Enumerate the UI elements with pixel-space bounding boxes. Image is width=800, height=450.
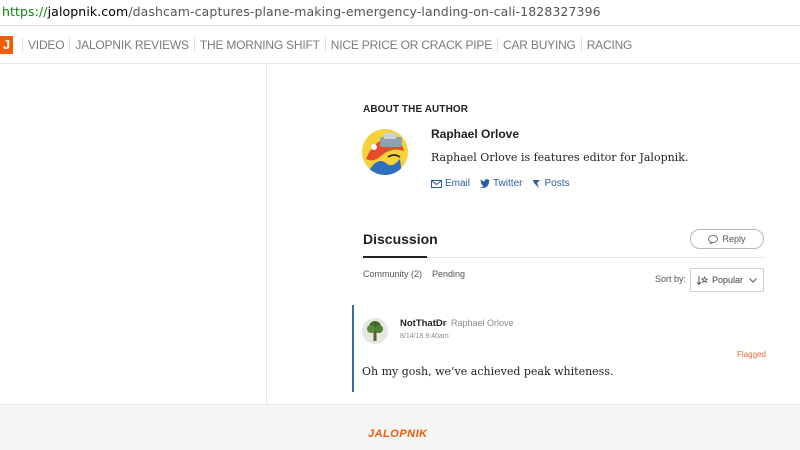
posts-label: Posts (544, 178, 570, 189)
posts-icon (533, 179, 541, 188)
discussion-heading: Discussion (363, 231, 438, 247)
chevron-right-icon: › (444, 318, 447, 328)
author-name[interactable]: Raphael Orlove (431, 127, 519, 141)
url-path: /dashcam-captures-plane-making-emergency… (128, 4, 601, 19)
column-divider (266, 64, 267, 404)
nav-item-video[interactable]: VIDEO (22, 38, 69, 52)
thread-indicator-bar (352, 305, 354, 392)
twitter-icon (480, 179, 491, 188)
tab-community[interactable]: Community (2) (363, 269, 422, 279)
nav-item-racing[interactable]: RACING (580, 38, 637, 52)
page-footer (0, 404, 800, 450)
sort-icon (697, 275, 708, 285)
author-twitter-link[interactable]: Twitter (480, 178, 522, 189)
footer-logo[interactable]: JALOPNIK (368, 428, 428, 440)
url-host: jalopnik.com (47, 4, 129, 19)
author-links: Email Twitter Posts (431, 178, 569, 189)
sort-value: Popular (712, 275, 744, 285)
commenter-avatar[interactable] (362, 318, 388, 344)
email-icon (431, 179, 442, 188)
author-bio: Raphael Orlove is features editor for Ja… (431, 151, 689, 164)
discussion-tabs: Community (2) Pending (363, 269, 465, 279)
speech-bubble-icon (708, 234, 719, 244)
comment-body: Oh my gosh, we’ve achieved peak whitenes… (362, 365, 614, 378)
tab-pending[interactable]: Pending (432, 269, 465, 279)
nav-items: VIDEO JALOPNIK REVIEWS THE MORNING SHIFT… (22, 38, 637, 52)
author-posts-link[interactable]: Posts (532, 178, 569, 189)
url-text[interactable]: https://jalopnik.com/dashcam-captures-pl… (2, 4, 601, 19)
reply-to-name: Raphael Orlove (451, 318, 514, 328)
site-nav: J VIDEO JALOPNIK REVIEWS THE MORNING SHI… (0, 26, 800, 64)
nav-item-car-buying[interactable]: CAR BUYING (497, 38, 581, 52)
comment-timestamp[interactable]: 8/14/18 9:40am (400, 333, 449, 340)
sort-dropdown[interactable]: Popular (690, 268, 764, 292)
nav-item-morning-shift[interactable]: THE MORNING SHIFT (193, 38, 325, 52)
commenter-name[interactable]: NotThatDr (400, 318, 446, 329)
author-email-link[interactable]: Email (431, 178, 470, 189)
address-bar[interactable]: https://jalopnik.com/dashcam-captures-pl… (0, 0, 800, 26)
reply-label: Reply (722, 234, 746, 244)
email-label: Email (445, 178, 471, 189)
reply-button[interactable]: Reply (690, 229, 764, 249)
chevron-down-icon (749, 277, 757, 283)
jalopnik-logo[interactable]: J (0, 36, 13, 54)
about-author-heading: ABOUT THE AUTHOR (363, 104, 469, 115)
author-avatar[interactable] (362, 129, 408, 175)
nav-item-nice-price[interactable]: NICE PRICE OR CRACK PIPE (324, 38, 497, 52)
sort-by-label: Sort by: (655, 274, 687, 284)
flagged-badge: Flagged (737, 350, 766, 359)
twitter-label: Twitter (493, 178, 523, 189)
url-scheme: https:// (2, 4, 48, 19)
nav-item-reviews[interactable]: JALOPNIK REVIEWS (69, 38, 194, 52)
reply-to[interactable]: › Raphael Orlove (444, 318, 514, 328)
discussion-underline (363, 256, 427, 258)
